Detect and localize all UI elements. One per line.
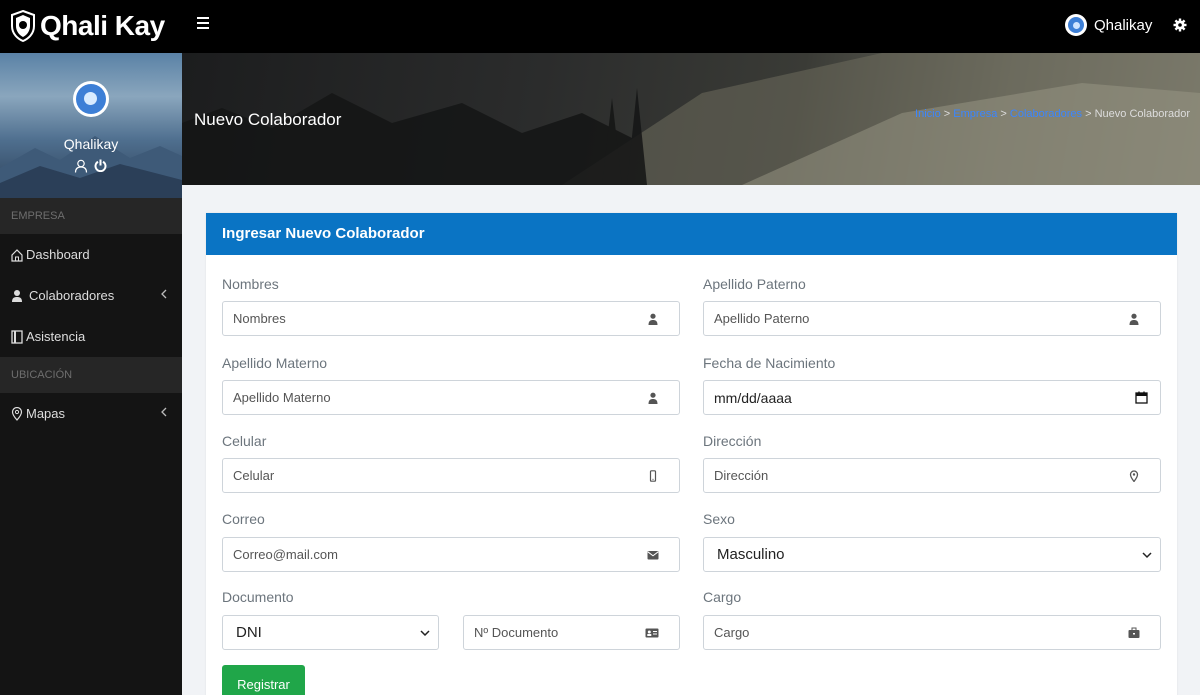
- sidebar-item-dashboard[interactable]: Dashboard: [0, 234, 182, 275]
- user-icon: [12, 289, 22, 302]
- user-name: Qhalikay: [1094, 16, 1153, 34]
- fecha-nacimiento-placeholder: mm/dd/aaaa: [714, 389, 792, 406]
- card-title: Ingresar Nuevo Colaborador: [206, 213, 1177, 255]
- sidebar-item-label: Mapas: [26, 406, 66, 421]
- avatar: [1065, 14, 1087, 36]
- chevron-left-icon: [161, 407, 167, 417]
- brand-logo[interactable]: Qhali Kay: [10, 8, 165, 44]
- map-marker-icon: [1129, 469, 1139, 482]
- sidebar-item-asistencia[interactable]: Asistencia: [0, 316, 182, 357]
- sidebar-item-colaboradores[interactable]: Colaboradores: [0, 275, 182, 316]
- fecha-nacimiento-input[interactable]: mm/dd/aaaa: [703, 380, 1161, 415]
- section-empresa: EMPRESA: [0, 198, 182, 234]
- cargo-input[interactable]: Cargo: [703, 615, 1161, 650]
- user-icon: [648, 313, 658, 325]
- chevron-down-icon: [420, 629, 430, 636]
- map-marker-icon: [11, 406, 23, 421]
- page-title: Nuevo Colaborador: [194, 110, 342, 129]
- briefcase-icon: [1128, 627, 1140, 638]
- sidebar-item-label: Colaboradores: [29, 288, 115, 303]
- sexo-select[interactable]: Masculino: [703, 537, 1161, 572]
- sidebar-profile: Qhalikay: [0, 53, 182, 198]
- breadcrumb-current: Nuevo Colaborador: [1094, 108, 1190, 120]
- sexo-label: Sexo: [703, 511, 735, 527]
- page-header: Nuevo Colaborador Inicio > Empresa > Col…: [182, 53, 1200, 185]
- home-icon: [11, 248, 23, 262]
- apellido-materno-input[interactable]: Apellido Materno: [222, 380, 680, 415]
- direccion-placeholder: Dirección: [714, 468, 769, 483]
- top-navbar: Qhali Kay Qhalikay: [0, 0, 1200, 53]
- chevron-left-icon: [161, 289, 167, 299]
- profile-name: Qhalikay: [63, 136, 119, 152]
- breadcrumb-separator: >: [943, 108, 951, 120]
- power-icon[interactable]: [94, 159, 107, 172]
- apellido-materno-label: Apellido Materno: [222, 355, 328, 371]
- form-card: Ingresar Nuevo Colaborador Nombres Nombr…: [206, 213, 1177, 695]
- profile-actions: [74, 159, 107, 173]
- breadcrumb-separator: >: [1085, 108, 1092, 120]
- menu-toggle-icon[interactable]: [197, 17, 209, 29]
- cargo-label: Cargo: [703, 589, 742, 605]
- documento-type-value: DNI: [236, 624, 262, 641]
- brand-name: Qhali Kay: [40, 10, 165, 41]
- nombres-placeholder: Nombres: [233, 311, 286, 326]
- calendar-icon[interactable]: [1135, 391, 1148, 404]
- breadcrumb-separator: >: [1000, 108, 1007, 120]
- user-menu[interactable]: Qhalikay: [1065, 14, 1152, 36]
- envelope-icon: [647, 550, 659, 559]
- fecha-nacimiento-label: Fecha de Nacimiento: [703, 355, 836, 371]
- mobile-phone-icon: [649, 469, 657, 482]
- sidebar-item-mapas[interactable]: Mapas: [0, 393, 182, 434]
- sexo-value: Masculino: [717, 546, 785, 563]
- apellido-paterno-label: Apellido Paterno: [703, 276, 806, 292]
- nombres-label: Nombres: [222, 276, 279, 292]
- breadcrumb-colaboradores[interactable]: Colaboradores: [1010, 108, 1082, 120]
- nombres-input[interactable]: Nombres: [222, 301, 680, 336]
- id-card-icon: [645, 628, 659, 637]
- registrar-button[interactable]: Registrar: [222, 665, 305, 695]
- user-icon: [648, 392, 658, 404]
- shield-logo-icon: [11, 10, 35, 42]
- celular-label: Celular: [222, 433, 267, 449]
- correo-placeholder: Correo@mail.com: [233, 547, 338, 562]
- chevron-down-icon: [1142, 551, 1152, 558]
- user-icon: [1129, 313, 1139, 325]
- documento-number-placeholder: Nº Documento: [474, 625, 559, 640]
- celular-placeholder: Celular: [233, 468, 275, 483]
- breadcrumb-inicio[interactable]: Inicio: [915, 108, 941, 120]
- book-icon: [11, 329, 23, 344]
- apellido-paterno-input[interactable]: Apellido Paterno: [703, 301, 1161, 336]
- breadcrumb-empresa[interactable]: Empresa: [953, 108, 997, 120]
- sidebar-item-label: Dashboard: [26, 247, 90, 262]
- documento-number-input[interactable]: Nº Documento: [463, 615, 680, 650]
- documento-type-select[interactable]: DNI: [222, 615, 439, 650]
- documento-label: Documento: [222, 589, 294, 605]
- section-ubicacion: UBICACIÓN: [0, 357, 182, 393]
- correo-input[interactable]: Correo@mail.com: [222, 537, 680, 572]
- celular-input[interactable]: Celular: [222, 458, 680, 493]
- profile-avatar[interactable]: [73, 81, 109, 117]
- sidebar: Qhalikay EMPRESA Dashboard Colaboradores: [0, 53, 182, 695]
- gear-icon[interactable]: [1173, 18, 1187, 32]
- direccion-label: Dirección: [703, 433, 762, 449]
- correo-label: Correo: [222, 511, 265, 527]
- user-outline-icon[interactable]: [74, 159, 88, 173]
- apellido-materno-placeholder: Apellido Materno: [233, 390, 331, 405]
- direccion-input[interactable]: Dirección: [703, 458, 1161, 493]
- cargo-placeholder: Cargo: [714, 625, 750, 640]
- breadcrumb: Inicio > Empresa > Colaboradores > Nuevo…: [915, 108, 1190, 120]
- apellido-paterno-placeholder: Apellido Paterno: [714, 311, 810, 326]
- sidebar-item-label: Asistencia: [26, 329, 86, 344]
